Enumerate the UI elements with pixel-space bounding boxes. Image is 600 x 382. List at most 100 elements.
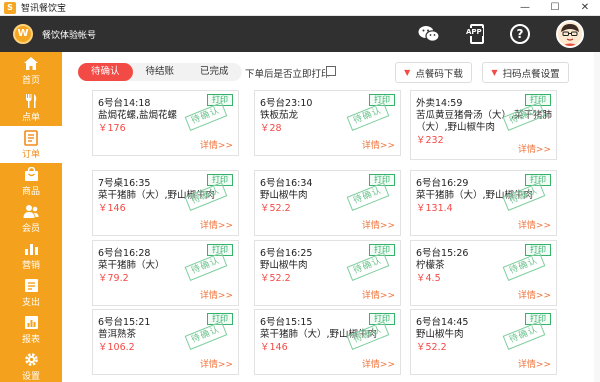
bag-icon xyxy=(24,166,39,183)
window-titlebar: S 智讯餐饮宝 — ☐ ✕ xyxy=(0,0,600,16)
app-header: W 餐饮体验帐号 APP ? xyxy=(0,16,600,52)
sidebar-item-ordering[interactable]: 点单 xyxy=(0,89,62,126)
details-link[interactable]: 详情>> xyxy=(200,357,233,370)
app-icon: S xyxy=(4,1,16,14)
scrollbar[interactable] xyxy=(594,52,600,382)
sidebar-nav: 首页 点单 订单 商品 会员 营销 支出 报表 设置 xyxy=(0,52,62,382)
wechat-icon[interactable] xyxy=(418,23,440,45)
gear-icon xyxy=(24,351,39,368)
order-card[interactable]: 6号台16:29 菜干猪肺（大）,野山椒牛肉 ￥131.4 打印 待确认 详情>… xyxy=(410,170,557,236)
order-items: 铁板茄龙 xyxy=(260,110,299,121)
scan-order-settings-label: 扫码点餐设置 xyxy=(502,68,560,80)
order-card[interactable]: 6号台15:26 柠檬茶 ￥4.5 打印 待确认 详情>> xyxy=(410,240,557,306)
order-list-icon xyxy=(24,129,38,146)
scan-order-settings-button[interactable]: ▼ 扫码点餐设置 xyxy=(482,62,569,83)
order-price: ￥146 xyxy=(98,203,126,214)
details-link[interactable]: 详情>> xyxy=(362,138,395,151)
sidebar-item-products[interactable]: 商品 xyxy=(0,163,62,200)
details-link[interactable]: 详情>> xyxy=(518,288,551,301)
order-card[interactable]: 6号台15:15 菜干猪肺（大）,野山椒牛肉 ￥146 打印 待确认 详情>> xyxy=(254,309,401,375)
order-card[interactable]: 6号台16:34 野山椒牛肉 ￥52.2 打印 待确认 详情>> xyxy=(254,170,401,236)
order-price: ￥28 xyxy=(260,123,282,134)
window-controls: — ☐ ✕ xyxy=(510,0,600,16)
tab-completed[interactable]: 已完成 xyxy=(187,63,242,81)
details-link[interactable]: 详情>> xyxy=(362,218,395,231)
cutlery-icon xyxy=(24,92,38,109)
details-link[interactable]: 详情>> xyxy=(518,142,551,155)
sidebar-item-label: 首页 xyxy=(21,76,40,86)
sidebar-item-label: 订单 xyxy=(21,150,40,160)
sidebar-item-label: 营销 xyxy=(21,261,40,271)
pending-stamp: 待确认 xyxy=(502,321,546,350)
app-badge-label: APP xyxy=(465,28,483,36)
close-button[interactable]: ✕ xyxy=(570,0,600,16)
order-items: 柠檬茶 xyxy=(416,260,445,271)
minimize-button[interactable]: — xyxy=(510,0,540,16)
members-icon xyxy=(23,203,39,220)
sidebar-item-label: 点单 xyxy=(21,113,40,123)
order-card[interactable]: 6号台23:10 铁板茄龙 ￥28 打印 待确认 详情>> xyxy=(254,90,401,156)
order-price: ￥52.2 xyxy=(416,342,447,353)
home-icon xyxy=(23,55,39,72)
tab-pending-checkout[interactable]: 待结账 xyxy=(133,63,188,81)
sidebar-item-home[interactable]: 首页 xyxy=(0,52,62,89)
qr-download-button[interactable]: ▼ 点餐码下载 xyxy=(395,62,472,83)
order-price: ￥232 xyxy=(416,135,444,146)
details-link[interactable]: 详情>> xyxy=(200,218,233,231)
details-link[interactable]: 详情>> xyxy=(362,357,395,370)
report-icon xyxy=(24,314,39,331)
order-items: 盐焗花螺,盐焗花螺 xyxy=(98,110,178,121)
details-link[interactable]: 详情>> xyxy=(362,288,395,301)
help-icon[interactable]: ? xyxy=(510,24,530,44)
sidebar-item-label: 商品 xyxy=(21,187,40,197)
funnel-icon: ▼ xyxy=(404,68,411,77)
qr-download-label: 点餐码下载 xyxy=(415,68,463,80)
sidebar-item-reports[interactable]: 报表 xyxy=(0,311,62,348)
sidebar-item-expenses[interactable]: 支出 xyxy=(0,274,62,311)
print-toggle-label: 下单后是否立即打印 xyxy=(245,69,331,80)
expense-icon xyxy=(24,277,39,294)
order-card[interactable]: 6号台15:21 普洱熟茶 ￥106.2 打印 待确认 详情>> xyxy=(92,309,239,375)
order-price: ￥4.5 xyxy=(416,273,441,284)
order-card[interactable]: 6号台16:25 野山椒牛肉 ￥52.2 打印 待确认 详情>> xyxy=(254,240,401,306)
print-toggle-checkbox[interactable] xyxy=(326,66,336,76)
details-link[interactable]: 详情>> xyxy=(518,218,551,231)
sidebar-item-label: 设置 xyxy=(21,372,40,382)
order-card[interactable]: 外卖14:59 苦瓜黄豆猪骨汤（大）,菜干猪肺 （大）,野山椒牛肉 ￥232 打… xyxy=(410,90,557,160)
pending-stamp: 待确认 xyxy=(346,182,390,211)
tab-pending-confirm[interactable]: 待确认 xyxy=(78,63,133,81)
pending-stamp: 待确认 xyxy=(502,252,546,281)
order-card-grid: 6号台14:18 盐焗花螺,盐焗花螺 ￥176 打印 待确认 详情>> 6号台2… xyxy=(92,90,572,382)
funnel-icon: ▼ xyxy=(491,68,498,77)
order-price: ￥106.2 xyxy=(98,342,135,353)
brand-logo: W xyxy=(13,24,33,44)
details-link[interactable]: 详情>> xyxy=(200,138,233,151)
order-card[interactable]: 7号桌16:35 菜干猪肺（大）,野山椒牛肉 ￥146 打印 待确认 详情>> xyxy=(92,170,239,236)
order-card[interactable]: 6号台16:28 菜干猪肺（大） ￥79.2 打印 待确认 详情>> xyxy=(92,240,239,306)
details-link[interactable]: 详情>> xyxy=(518,357,551,370)
order-price: ￥79.2 xyxy=(98,273,129,284)
pending-stamp: 待确认 xyxy=(184,102,228,131)
maximize-button[interactable]: ☐ xyxy=(540,0,570,16)
pending-stamp: 待确认 xyxy=(346,252,390,281)
pending-stamp: 待确认 xyxy=(346,102,390,131)
details-link[interactable]: 详情>> xyxy=(200,288,233,301)
order-items: 野山椒牛肉 xyxy=(260,190,308,201)
sidebar-item-label: 报表 xyxy=(21,335,40,345)
pending-stamp: 待确认 xyxy=(184,321,228,350)
order-price: ￥146 xyxy=(260,342,288,353)
sidebar-item-orders[interactable]: 订单 xyxy=(0,126,62,163)
user-avatar[interactable] xyxy=(556,20,584,48)
order-items: 野山椒牛肉 xyxy=(416,329,464,340)
sidebar-item-members[interactable]: 会员 xyxy=(0,200,62,237)
order-price: ￥52.2 xyxy=(260,273,291,284)
app-download-icon[interactable]: APP xyxy=(465,23,486,45)
main-content: 待确认 待结账 已完成 下单后是否立即打印 ▼ 点餐码下载 ▼ 扫码点餐设置 6… xyxy=(62,52,600,382)
order-items: 普洱熟茶 xyxy=(98,329,137,340)
sidebar-item-settings[interactable]: 设置 xyxy=(0,348,62,382)
order-card[interactable]: 6号台14:45 野山椒牛肉 ￥52.2 打印 待确认 详情>> xyxy=(410,309,557,375)
order-items-continued: （大）,野山椒牛肉 xyxy=(416,122,496,133)
order-card[interactable]: 6号台14:18 盐焗花螺,盐焗花螺 ￥176 打印 待确认 详情>> xyxy=(92,90,239,156)
sidebar-item-marketing[interactable]: 营销 xyxy=(0,237,62,274)
account-name: 餐饮体验帐号 xyxy=(42,31,97,41)
